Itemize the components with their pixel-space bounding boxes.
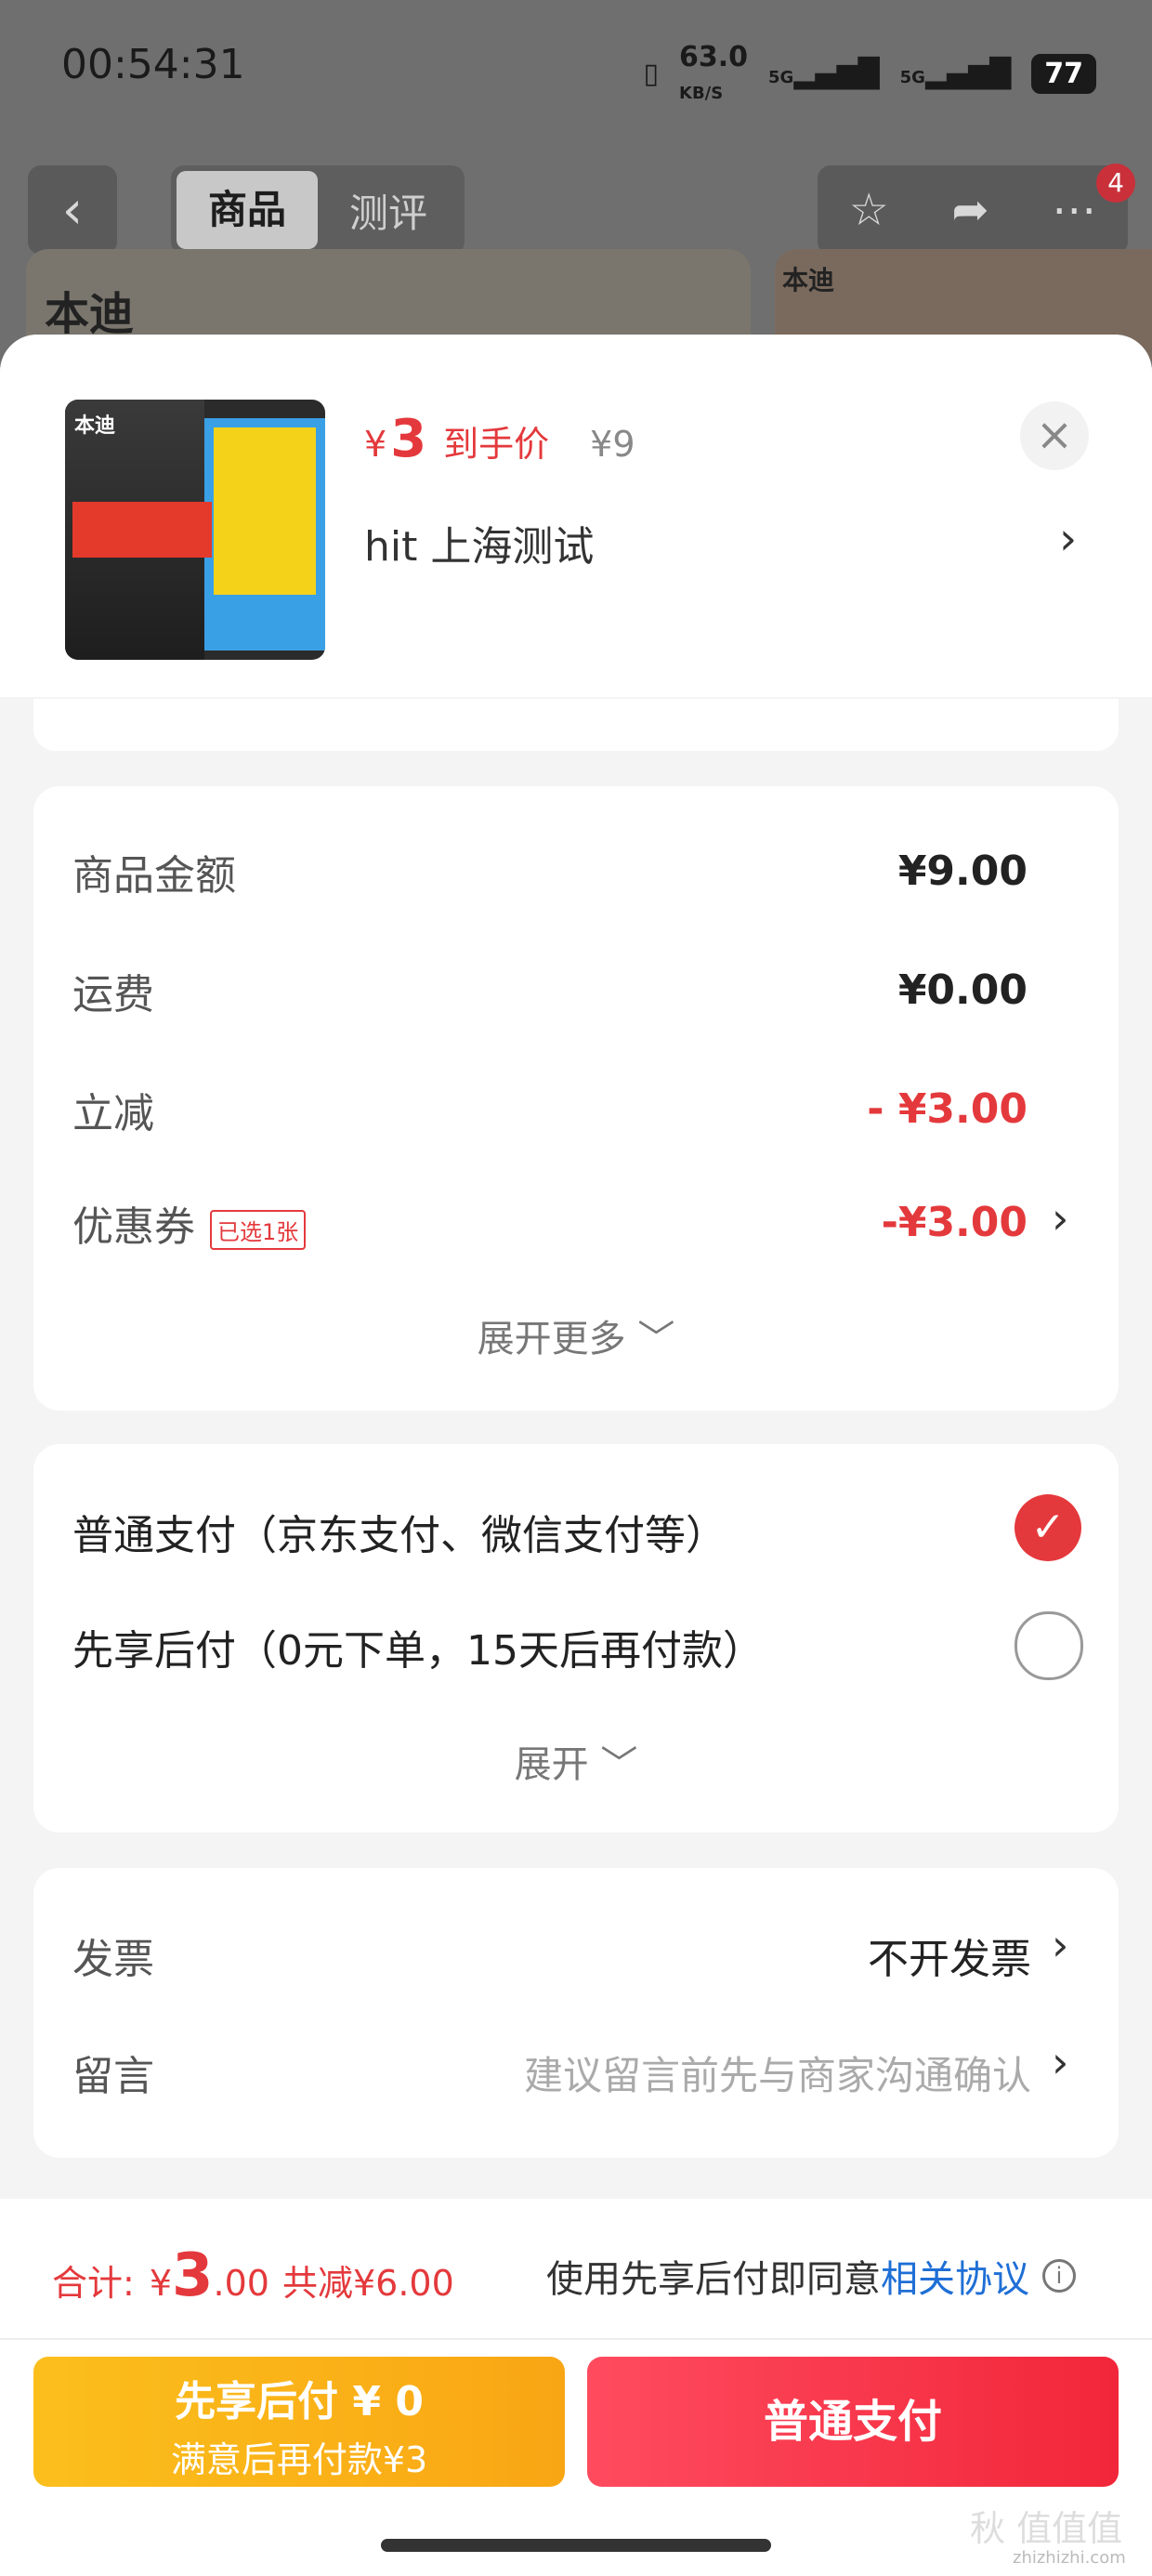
signal-icon-2: 5G▂▄▆█ bbox=[899, 57, 1012, 90]
product-thumbnail: 本迪 bbox=[65, 400, 325, 660]
thumbnail-brand: 本迪 bbox=[74, 414, 116, 438]
order-total: 合计: ¥ 3 .00 共减¥6.00 bbox=[52, 2241, 454, 2310]
more-icon[interactable]: ⋯ bbox=[1052, 184, 1096, 236]
coupon-value[interactable]: -¥3.00 bbox=[743, 1199, 1028, 1246]
message-input[interactable]: 建议留言前先与商家沟通确认 bbox=[437, 2044, 1031, 2101]
pay-later-button[interactable]: 先享后付 ¥ 0 满意后再付款¥3 bbox=[33, 2357, 565, 2487]
agreement-link[interactable]: 相关协议 bbox=[881, 2249, 1029, 2303]
expand-more-button[interactable]: 展开更多 ﹀ bbox=[33, 1308, 1119, 1362]
expand-payment-button[interactable]: 展开 ﹀ bbox=[33, 1734, 1119, 1788]
watermark: 秋 值值值 bbox=[970, 2508, 1123, 2549]
payment-later-radio[interactable] bbox=[1015, 1611, 1083, 1680]
tab-goods[interactable]: 商品 bbox=[177, 171, 318, 249]
invoice-label: 发票 bbox=[72, 1936, 154, 1983]
divider bbox=[0, 2338, 1152, 2340]
brand-logo-bg-2: 本迪 bbox=[782, 265, 835, 296]
vibrate-icon: ▯ bbox=[643, 57, 659, 90]
payment-normal-radio[interactable]: ✓ bbox=[1015, 1494, 1081, 1561]
agreement-text: 使用先享后付即同意 bbox=[546, 2258, 881, 2301]
total-label: 合计: bbox=[52, 2263, 135, 2304]
invoice-value[interactable]: 不开发票 bbox=[706, 1925, 1031, 1985]
total-currency: ¥ bbox=[149, 2263, 172, 2304]
close-icon: × bbox=[1035, 409, 1074, 461]
status-icons: ▯ 63.0 KB/S 5G▂▄▆█ 5G▂▄▆█ 77 bbox=[643, 41, 1096, 106]
address-selector[interactable]: hit 上海测试 bbox=[364, 513, 594, 572]
goods-amount-label: 商品金额 bbox=[72, 852, 236, 900]
discount-value: - ¥3.00 bbox=[867, 1085, 1028, 1133]
brand-logo-bg: 本迪 bbox=[45, 288, 135, 340]
chevron-right-icon[interactable]: › bbox=[1059, 513, 1077, 565]
notification-badge: 4 bbox=[1096, 164, 1135, 203]
coupon-row[interactable]: 优惠券 已选1张 bbox=[72, 1193, 307, 1253]
total-cents: .00 bbox=[213, 2263, 269, 2304]
pay-later-line2: 满意后再付款¥3 bbox=[170, 2439, 428, 2480]
signal-icon-1: 5G▂▄▆█ bbox=[768, 57, 880, 90]
home-indicator[interactable] bbox=[381, 2539, 771, 2552]
share-icon[interactable]: ➦ bbox=[951, 184, 988, 236]
star-icon[interactable]: ☆ bbox=[849, 184, 889, 236]
product-tabs: 商品 测评 bbox=[171, 165, 465, 255]
shipping-label: 运费 bbox=[72, 971, 154, 1019]
info-icon[interactable]: i bbox=[1042, 2259, 1076, 2293]
chevron-left-icon: ‹ bbox=[61, 179, 84, 241]
close-button[interactable]: × bbox=[1020, 401, 1089, 470]
agreement-notice: 使用先享后付即同意 相关协议 i bbox=[546, 2249, 1076, 2303]
chevron-right-icon[interactable]: › bbox=[1052, 1193, 1068, 1243]
card-strip bbox=[33, 699, 1119, 751]
original-price: ¥9 bbox=[590, 424, 635, 465]
network-speed: 63.0 KB/S bbox=[679, 41, 749, 103]
watermark-url: zhizhizhi.com bbox=[1013, 2548, 1126, 2568]
goods-amount-value: ¥9.00 bbox=[897, 848, 1028, 895]
check-icon: ✓ bbox=[1030, 1504, 1066, 1551]
coupon-label: 优惠券 bbox=[72, 1203, 195, 1251]
total-amount: 3 bbox=[172, 2241, 214, 2310]
payment-normal-option[interactable]: 普通支付（京东支付、微信支付等） bbox=[72, 1502, 727, 1561]
normal-pay-button[interactable]: 普通支付 bbox=[587, 2357, 1119, 2487]
tab-review[interactable]: 测评 bbox=[318, 182, 459, 239]
price-currency: ¥ bbox=[364, 424, 387, 465]
price-row: ¥ 3 到手价 ¥9 bbox=[364, 409, 635, 469]
message-label: 留言 bbox=[72, 2053, 154, 2100]
coupon-chip: 已选1张 bbox=[210, 1209, 307, 1250]
chevron-right-icon[interactable]: › bbox=[1052, 2037, 1068, 2087]
top-actions: ☆ ➦ ⋯ bbox=[818, 165, 1128, 255]
back-button[interactable]: ‹ bbox=[28, 165, 117, 255]
total-saved: 共减¥6.00 bbox=[281, 2263, 454, 2304]
shipping-value: ¥0.00 bbox=[897, 966, 1028, 1014]
final-price: 3 bbox=[390, 409, 427, 469]
discount-label: 立减 bbox=[72, 1090, 154, 1137]
battery-icon: 77 bbox=[1031, 53, 1096, 94]
payment-later-option[interactable]: 先享后付（0元下单，15天后再付款） bbox=[72, 1617, 764, 1676]
extras-card bbox=[33, 1868, 1119, 2158]
pay-later-line1: 先享后付 ¥ 0 bbox=[175, 2378, 424, 2425]
status-time: 00:54:31 bbox=[61, 41, 245, 88]
chevron-right-icon[interactable]: › bbox=[1052, 1920, 1068, 1970]
final-price-label: 到手价 bbox=[443, 424, 550, 465]
